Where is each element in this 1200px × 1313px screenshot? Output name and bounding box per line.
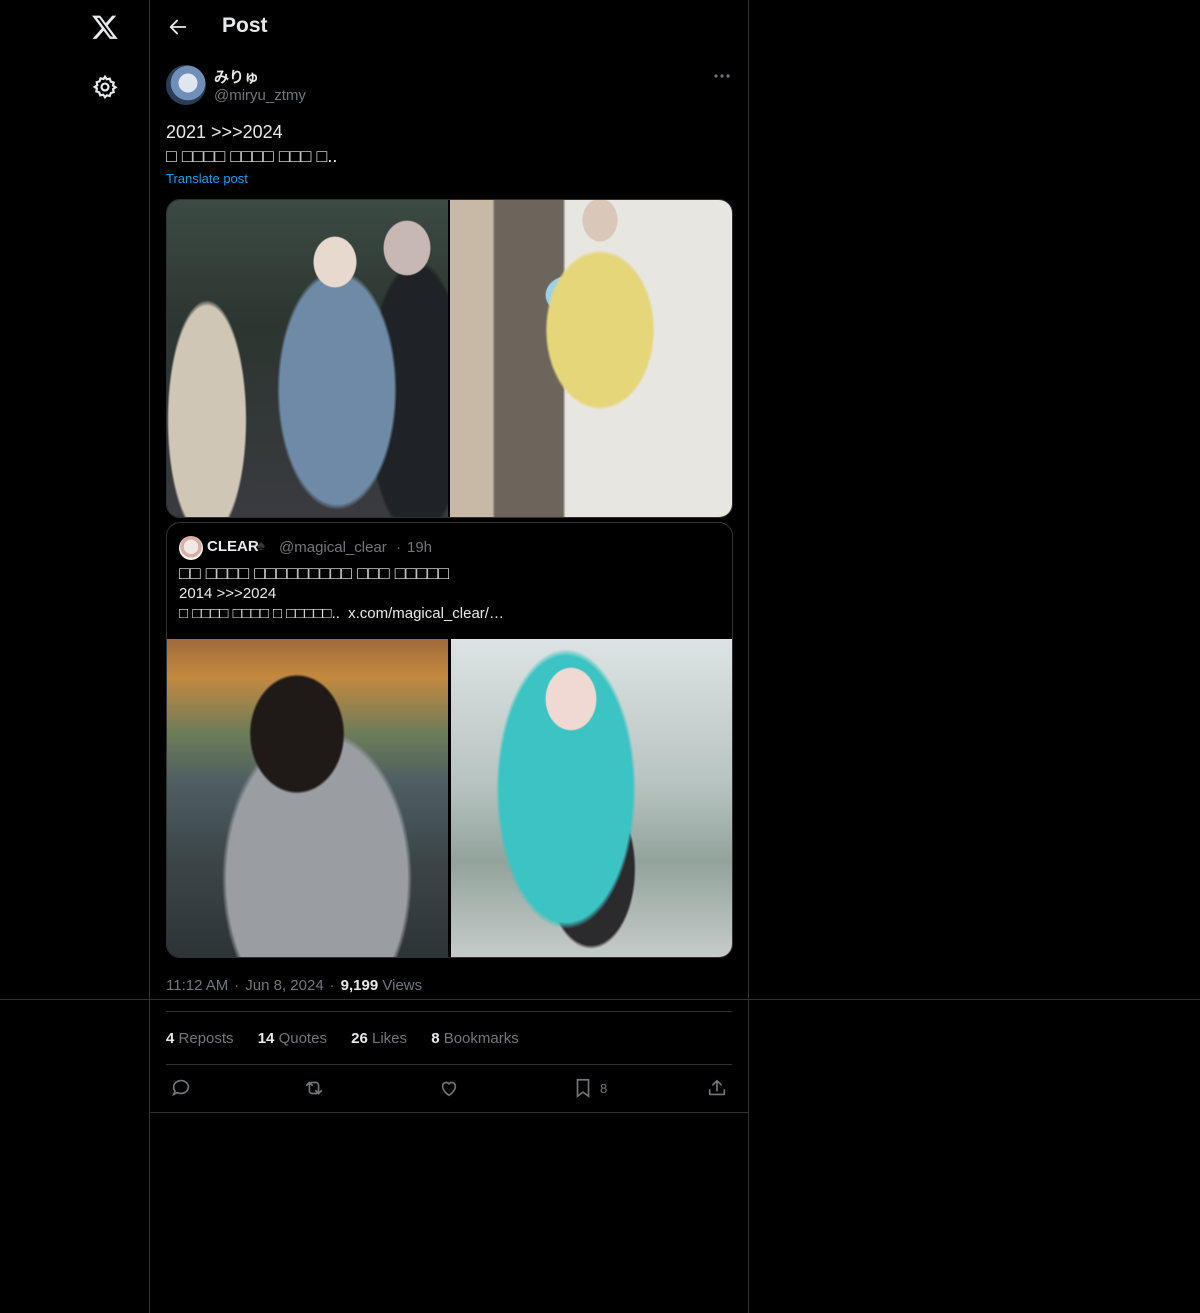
quote-text-line-2: 2014 >>>2024 bbox=[179, 585, 277, 602]
reply-button[interactable] bbox=[170, 1076, 192, 1100]
like-button[interactable] bbox=[438, 1076, 460, 1100]
post-text: 2021 >>>2024 □ □□□□ □□□□ □□□ □.. bbox=[166, 122, 338, 166]
quotes-stat[interactable]: 14 Quotes bbox=[258, 1030, 327, 1047]
reposts-stat[interactable]: 4 Reposts bbox=[166, 1030, 234, 1047]
repost-icon bbox=[305, 1081, 323, 1095]
bookmarks-stat[interactable]: 8 Bookmarks bbox=[431, 1030, 519, 1047]
share-button[interactable] bbox=[706, 1076, 728, 1100]
left-nav bbox=[0, 0, 149, 1313]
more-icon[interactable] bbox=[712, 68, 732, 84]
post-media-grid bbox=[166, 199, 733, 518]
x-logo-icon[interactable] bbox=[91, 13, 119, 41]
page-title: Post bbox=[222, 14, 268, 37]
gear-icon[interactable] bbox=[92, 74, 118, 100]
like-icon bbox=[441, 1081, 457, 1097]
bookmark-count: 8 bbox=[600, 1080, 608, 1096]
post-meta: 11:12 AM · Jun 8, 2024 · 9,199 Views bbox=[166, 977, 423, 994]
post-header: Post bbox=[150, 0, 748, 54]
quote-link[interactable]: x.com/magical_clear/… bbox=[348, 605, 504, 622]
quote-text-line-3-text: □ □□□□ □□□□ □ □□□□□.. bbox=[179, 605, 340, 622]
thread-divider bbox=[150, 1112, 748, 1113]
column-divider-right bbox=[748, 0, 749, 1313]
column-divider-left bbox=[149, 0, 150, 1313]
quote-author-name: CLEAR bbox=[207, 538, 259, 555]
quoted-post[interactable]: CLEAR ♠ @magical_clear · 19h □□ □□□□ □□□… bbox=[166, 522, 733, 958]
post-photo-2[interactable] bbox=[450, 200, 732, 517]
quote-avatar bbox=[179, 536, 203, 560]
quote-media-grid bbox=[167, 639, 732, 957]
share-icon bbox=[708, 1079, 726, 1096]
bookmark-button[interactable]: 8 bbox=[572, 1076, 607, 1100]
views-label: Views bbox=[382, 977, 423, 994]
quote-photo-1[interactable] bbox=[167, 639, 448, 957]
post-stats: 4 Reposts 14 Quotes 26 Likes 8 Bookmarks bbox=[166, 1030, 539, 1047]
avatar[interactable] bbox=[166, 65, 206, 105]
reply-icon bbox=[172, 1079, 190, 1097]
quote-separator: · bbox=[396, 539, 401, 556]
quote-author-handle: @magical_clear bbox=[279, 539, 387, 556]
bookmark-icon bbox=[576, 1078, 590, 1098]
quote-time: 19h bbox=[407, 539, 433, 556]
translate-post-link[interactable]: Translate post bbox=[166, 171, 248, 186]
likes-stat[interactable]: 26 Likes bbox=[351, 1030, 407, 1047]
post-photo-1[interactable] bbox=[167, 200, 448, 517]
spade-badge-icon: ♠ bbox=[257, 537, 265, 554]
post-date[interactable]: Jun 8, 2024 bbox=[245, 977, 323, 994]
back-arrow-icon[interactable] bbox=[167, 16, 189, 38]
repost-button[interactable] bbox=[303, 1076, 325, 1100]
action-bar: 8 bbox=[166, 1076, 732, 1100]
post-time[interactable]: 11:12 AM bbox=[166, 977, 228, 994]
author-handle[interactable]: @miryu_ztmy bbox=[214, 87, 306, 104]
quote-text-line-1: □□ □□□□ □□□□□□□□□ □□□ □□□□□ bbox=[179, 563, 450, 583]
stats-divider-bottom bbox=[166, 1064, 732, 1065]
quote-photo-2[interactable] bbox=[451, 639, 732, 957]
views-count: 9,199 bbox=[340, 977, 379, 994]
author-name[interactable]: みりゅ bbox=[214, 66, 259, 87]
divider-line bbox=[0, 999, 1200, 1000]
stats-divider-top bbox=[166, 1011, 732, 1012]
quote-text-line-3: □ □□□□ □□□□ □ □□□□□.. x.com/magical_clea… bbox=[179, 605, 504, 622]
